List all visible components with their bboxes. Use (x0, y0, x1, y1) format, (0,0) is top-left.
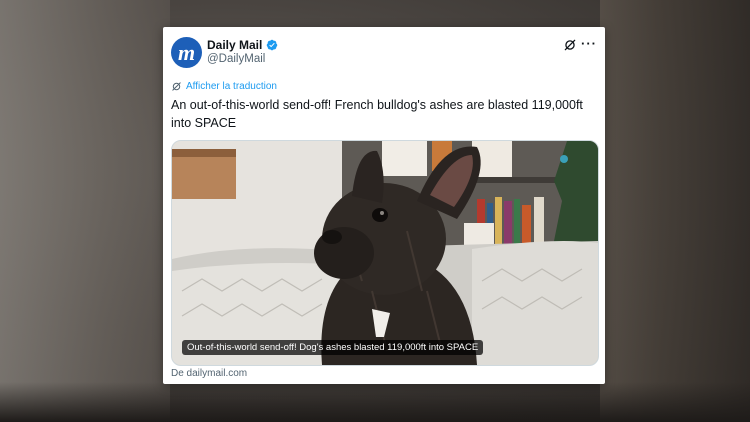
translate-icon (172, 82, 181, 91)
author-display-name[interactable]: Daily Mail (207, 38, 262, 52)
avatar-logo-letter: m (177, 39, 196, 65)
grok-icon[interactable] (563, 38, 577, 52)
translate-label: Afficher la traduction (186, 81, 277, 92)
avatar[interactable]: m (171, 37, 202, 68)
card-caption: Out-of-this-world send-off! Dog's ashes … (182, 340, 484, 355)
link-card-image[interactable]: Out-of-this-world send-off! Dog's ashes … (171, 140, 599, 366)
translate-link[interactable]: Afficher la traduction (171, 81, 277, 92)
author-handle[interactable]: @DailyMail (207, 53, 265, 65)
author-name-row: Daily Mail (207, 38, 278, 52)
tweet-text: An out-of-this-world send-off! French bu… (171, 98, 583, 130)
background-blur-left (0, 0, 170, 422)
link-source[interactable]: De dailymail.com (171, 368, 247, 379)
background-blur-bottom (0, 382, 750, 422)
background-blur-right (600, 0, 750, 422)
more-options-icon[interactable]: ··· (581, 36, 597, 51)
tweet-card: m Daily Mail @DailyMail ··· Afficher la … (163, 27, 605, 384)
french-bulldog-photo (172, 141, 598, 365)
verified-badge-icon (267, 39, 278, 51)
